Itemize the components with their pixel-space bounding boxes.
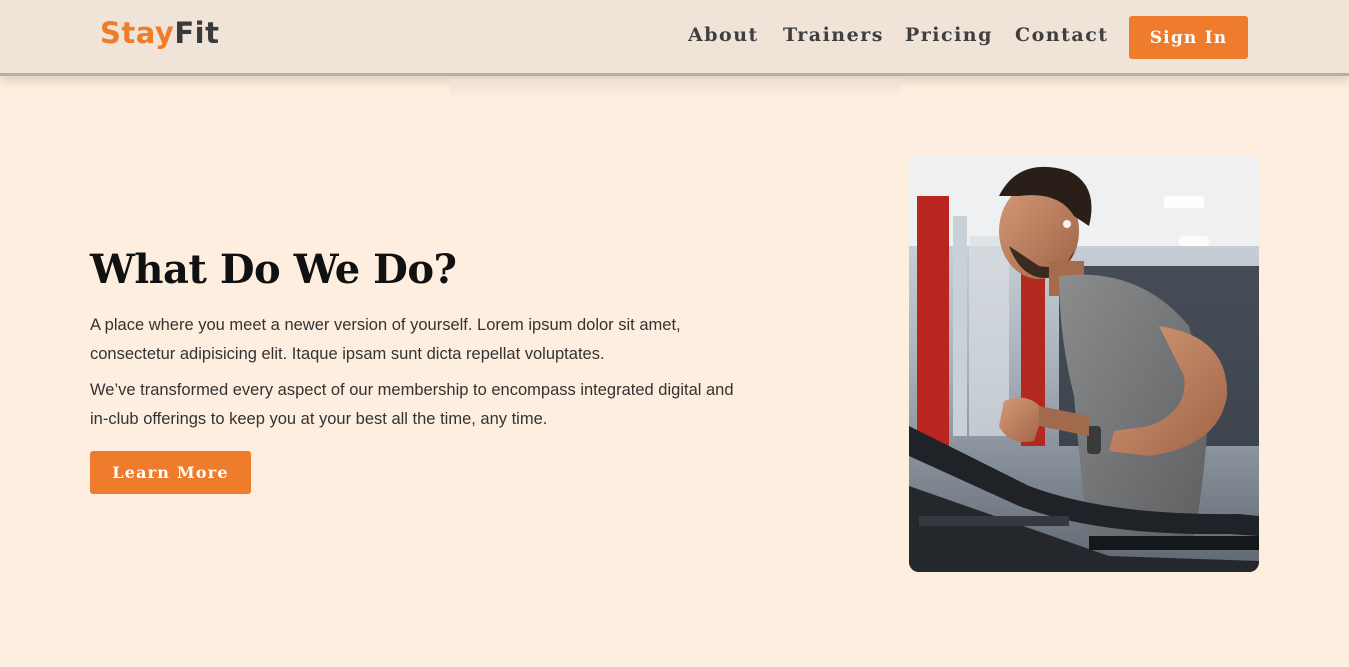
hero-paragraph-1: A place where you meet a newer version o… [90,316,681,363]
sign-in-button[interactable]: Sign In [1129,16,1248,59]
nav-link-about[interactable]: About [688,24,759,46]
header-shadow [450,79,900,99]
brand-logo-part2: Fit [174,16,220,50]
nav-link-trainers[interactable]: Trainers [783,24,884,46]
gym-treadmill-photo-icon [909,156,1259,572]
hero-image [909,156,1259,572]
site-header: StayFit About Trainers Pricing Contact S… [0,0,1349,76]
learn-more-button[interactable]: Learn More [90,451,251,494]
hero-paragraph-2: We’ve transformed every aspect of our me… [90,381,734,428]
nav-link-pricing[interactable]: Pricing [905,24,993,46]
nav-link-contact[interactable]: Contact [1015,24,1109,46]
brand-logo[interactable]: StayFit [100,16,219,50]
hero-title: What Do We Do? [90,246,457,293]
brand-logo-part1: Stay [100,16,175,50]
